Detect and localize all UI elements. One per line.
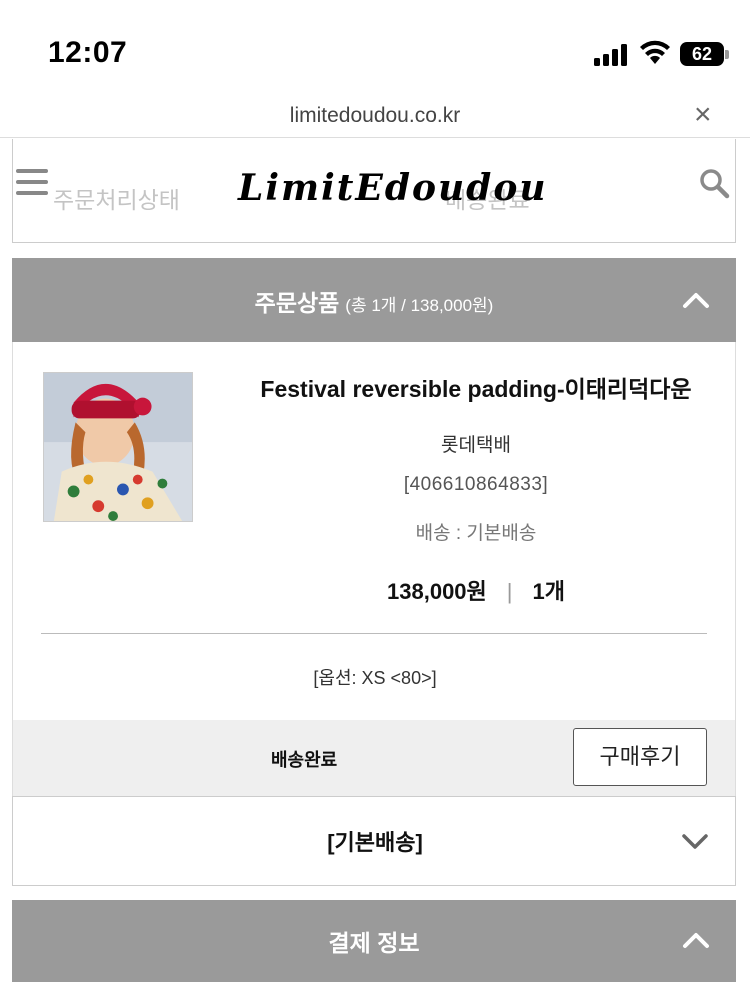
- product-option: [옵션: XS <80>]: [313, 668, 437, 688]
- chevron-up-icon[interactable]: [682, 926, 710, 954]
- courier-name: 롯데택배: [441, 435, 511, 456]
- status-time: 12:07: [48, 36, 128, 69]
- chevron-down-icon[interactable]: [681, 827, 709, 855]
- price-row: 138,000원 | 1개: [231, 574, 721, 606]
- order-summary: (총 1개 / 138,000원): [345, 296, 494, 315]
- write-review-button[interactable]: 구매후기: [573, 728, 707, 786]
- product-card: Festival reversible padding-이태리덕다운 롯데택배 …: [12, 342, 736, 720]
- hamburger-icon[interactable]: [16, 169, 48, 195]
- product-name[interactable]: Festival reversible padding-이태리덕다운: [231, 370, 721, 404]
- divider-line: [41, 633, 707, 634]
- status-bar: 12:07 62: [0, 0, 750, 100]
- site-header: 주문처리상태 배송완료 LimitEdoudou: [0, 139, 750, 243]
- basic-shipping-row[interactable]: [기본배송]: [12, 796, 736, 886]
- tracking-number[interactable]: [406610864833]: [231, 474, 721, 496]
- basic-shipping-label: [기본배송]: [327, 830, 423, 855]
- product-thumbnail[interactable]: [43, 372, 193, 522]
- order-products-title-text: 주문상품: [254, 290, 340, 316]
- close-icon[interactable]: ×: [694, 98, 712, 132]
- shipping-type: 배송 : 기본배송: [415, 523, 537, 544]
- product-price: 138,000원: [387, 579, 487, 604]
- price-divider: |: [506, 579, 513, 604]
- payment-info-title: 결제 정보: [328, 930, 420, 956]
- battery-tip: [725, 50, 729, 59]
- battery-indicator: 62: [680, 42, 724, 66]
- delivery-status-row: 배송완료 구매후기: [12, 720, 736, 796]
- url-text[interactable]: limitedoudou.co.kr: [0, 104, 750, 128]
- delivery-status: 배송완료: [271, 750, 338, 770]
- wifi-icon: [640, 40, 670, 64]
- browser-url-bar[interactable]: limitedoudou.co.kr ×: [0, 98, 750, 138]
- cellular-signal-icon: [594, 44, 630, 66]
- search-icon[interactable]: [698, 167, 730, 199]
- product-quantity: 1개: [532, 579, 565, 604]
- chevron-up-icon[interactable]: [682, 286, 710, 314]
- site-logo[interactable]: LimitEdoudou: [238, 167, 548, 209]
- order-products-header[interactable]: 주문상품 (총 1개 / 138,000원): [12, 258, 736, 342]
- order-status-label: 주문처리상태: [53, 187, 180, 213]
- payment-info-header[interactable]: 결제 정보: [12, 900, 736, 982]
- order-products-title: 주문상품 (총 1개 / 138,000원): [12, 284, 736, 318]
